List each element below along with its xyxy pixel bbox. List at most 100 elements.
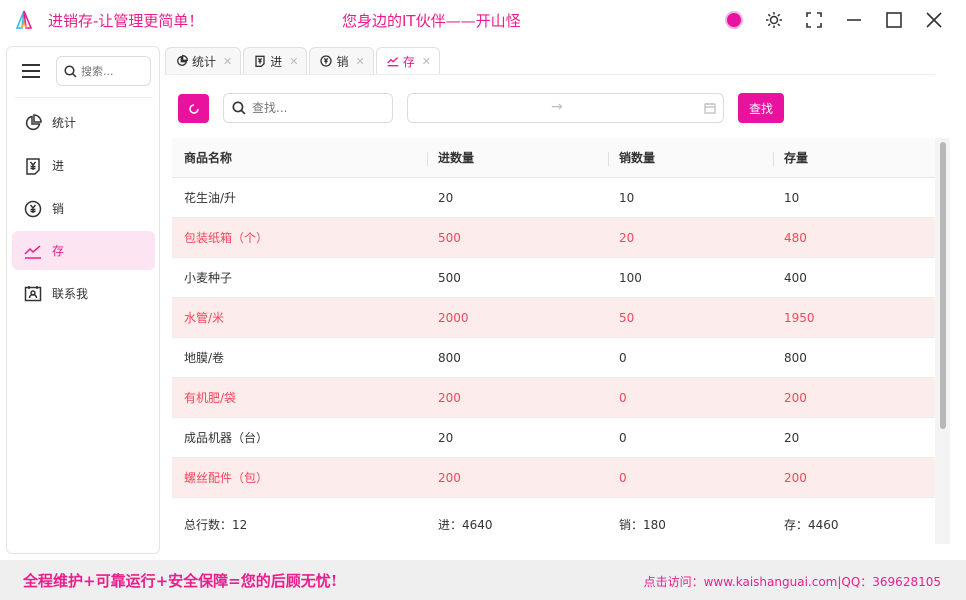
cell-in: 2000 [438, 310, 469, 325]
trend-icon [23, 241, 43, 261]
sidebar-divider [15, 97, 153, 98]
table-row[interactable]: 水管/米 2000 50 1950 [172, 298, 950, 338]
cell-out: 0 [619, 390, 627, 405]
table-row[interactable]: 螺丝配件（包） 200 0 200 [172, 458, 950, 498]
cell-out: 10 [619, 190, 635, 205]
summary-total-out: 销：180 [619, 517, 666, 532]
cell-in: 200 [438, 470, 461, 485]
refresh-button[interactable] [178, 94, 209, 123]
theme-color-button[interactable] [725, 11, 743, 29]
sidebar-item-contact[interactable]: 联系我 [12, 274, 155, 313]
cell-in: 20 [438, 430, 454, 445]
stock-table: 商品名称 进数量 销数量 存量 花生油/升 20 10 10 包装纸箱（个） 500 20 4… [172, 138, 950, 544]
tab-label: 销 [336, 54, 349, 69]
sidebar-item-label: 统计 [52, 116, 77, 130]
footer-slogan: 全程维护+可靠运行+安全保障=您的后顾无忧! [23, 572, 338, 590]
cell-out: 100 [619, 270, 642, 285]
cell-out: 50 [619, 310, 635, 325]
calendar-icon [704, 103, 716, 114]
yen-circle-icon [23, 199, 43, 219]
tab-stats[interactable]: 统计 ✕ [165, 47, 242, 75]
column-header-stock[interactable]: 存量 [773, 149, 950, 166]
cell-in: 800 [438, 350, 461, 365]
tab-close-icon[interactable]: ✕ [223, 55, 232, 68]
summary-total-rows: 总行数：12 [184, 517, 248, 532]
cell-stock: 400 [784, 270, 807, 285]
table-row[interactable]: 包装纸箱（个） 500 20 480 [172, 218, 950, 258]
tab-label: 统计 [192, 54, 217, 69]
cell-stock: 800 [784, 350, 807, 365]
pie-chart-icon [23, 113, 43, 133]
sidebar-search-input[interactable] [81, 64, 143, 78]
table-row[interactable]: 有机肥/袋 200 0 200 [172, 378, 950, 418]
table-row[interactable]: 成品机器（台） 20 0 20 [172, 418, 950, 458]
tab-label: 存 [402, 54, 415, 69]
tab-close-icon[interactable]: ✕ [355, 55, 364, 68]
pie-chart-icon [176, 55, 188, 67]
search-input[interactable] [252, 101, 382, 115]
cell-stock: 200 [784, 470, 807, 485]
summary-total-stock: 存：4460 [784, 517, 839, 532]
scrollbar-thumb[interactable] [940, 142, 946, 429]
sidebar-item-label: 存 [52, 244, 65, 258]
cell-stock: 1950 [784, 310, 815, 325]
cell-in: 500 [438, 230, 461, 245]
sidebar-item-label: 进 [52, 159, 65, 173]
tab-stock[interactable]: 存 ✕ [375, 47, 440, 75]
sidebar-item-purchase[interactable]: 进 [12, 146, 155, 185]
tab-purchase[interactable]: 进 ✕ [243, 47, 308, 75]
maximize-icon[interactable] [874, 8, 914, 32]
cell-name: 成品机器（台） [184, 431, 269, 445]
yen-doc-icon [254, 55, 266, 67]
cell-name: 包装纸箱（个） [184, 231, 269, 245]
cell-name: 螺丝配件（包） [184, 471, 269, 485]
yen-doc-icon [23, 156, 43, 176]
search-icon [64, 64, 77, 78]
table-body: 花生油/升 20 10 10 包装纸箱（个） 500 20 480 小麦种子 500 100 400 水… [172, 178, 950, 498]
minimize-icon[interactable] [834, 8, 874, 32]
tab-bar: 统计 ✕ 进 ✕ 销 ✕ 存 ✕ [165, 47, 442, 75]
table-scrollbar[interactable] [935, 138, 950, 544]
sidebar-item-stock[interactable]: 存 [12, 231, 155, 270]
column-header-name[interactable]: 商品名称 [172, 149, 427, 166]
search-icon [232, 101, 246, 115]
trend-icon [386, 55, 399, 67]
find-button[interactable]: 查找 [738, 93, 784, 123]
table-row[interactable]: 小麦种子 500 100 400 [172, 258, 950, 298]
title-bar: 进销存-让管理更简单！ 您身边的IT伙伴——开山怪 [0, 0, 966, 40]
date-range-picker[interactable]: → [407, 93, 724, 123]
contact-card-icon [23, 284, 43, 304]
cell-name: 水管/米 [184, 311, 225, 325]
sidebar-item-stats[interactable]: 统计 [12, 103, 155, 142]
cell-out: 0 [619, 470, 627, 485]
yen-circle-icon [320, 55, 333, 67]
table-header: 商品名称 进数量 销数量 存量 [172, 138, 950, 178]
cell-in: 200 [438, 390, 461, 405]
sidebar-item-sales[interactable]: 销 [12, 189, 155, 228]
search-box[interactable] [223, 93, 393, 123]
app-logo-icon [15, 10, 33, 29]
tab-label: 进 [270, 54, 283, 69]
sidebar-search[interactable] [56, 56, 151, 86]
footer-link[interactable]: 点击访问：www.kaishanguai.com|QQ：369628105 [644, 573, 941, 590]
brightness-icon[interactable] [754, 8, 794, 32]
app-title: 进销存-让管理更简单！ [48, 12, 204, 30]
cell-out: 20 [619, 230, 635, 245]
close-icon[interactable] [914, 8, 954, 32]
tab-close-icon[interactable]: ✕ [289, 55, 298, 68]
tab-sales[interactable]: 销 ✕ [309, 47, 374, 75]
cell-name: 地膜/卷 [184, 351, 225, 365]
fullscreen-icon[interactable] [794, 8, 834, 32]
table-row[interactable]: 地膜/卷 800 0 800 [172, 338, 950, 378]
table-row[interactable]: 花生油/升 20 10 10 [172, 178, 950, 218]
cell-stock: 20 [784, 430, 800, 445]
window-controls [725, 8, 954, 32]
sidebar: 统计 进 销 存 联系我 [6, 46, 160, 554]
column-header-in[interactable]: 进数量 [427, 149, 608, 166]
cell-stock: 480 [784, 230, 807, 245]
menu-toggle-icon[interactable] [22, 64, 40, 78]
cell-name: 小麦种子 [184, 271, 233, 285]
column-header-out[interactable]: 销数量 [608, 149, 773, 166]
app-slogan: 您身边的IT伙伴——开山怪 [342, 12, 521, 30]
tab-close-icon[interactable]: ✕ [422, 55, 431, 68]
